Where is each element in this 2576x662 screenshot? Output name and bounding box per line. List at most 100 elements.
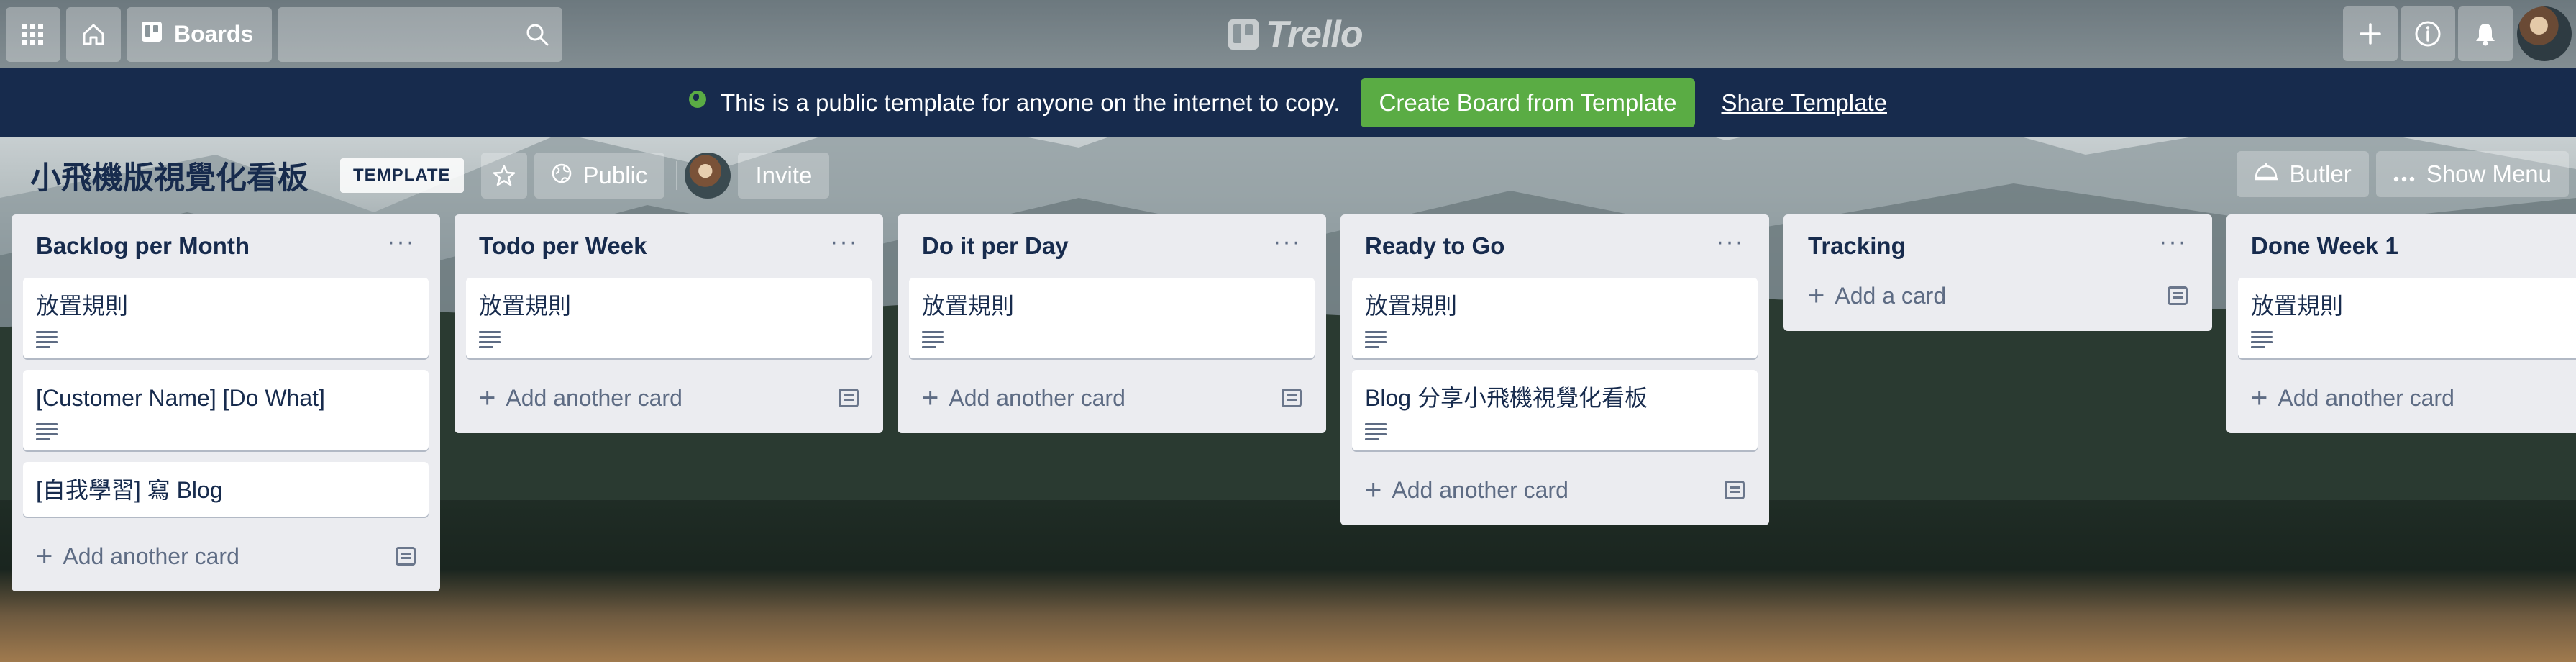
member-avatar[interactable] [2517, 6, 2572, 61]
add-card-label: Add another card [1392, 476, 1568, 503]
description-icon [922, 331, 944, 348]
list-menu-icon[interactable]: ··· [387, 230, 416, 254]
top-header: Boards Trello [0, 0, 2576, 68]
plus-icon: + [1808, 279, 1825, 312]
card[interactable]: 放置規則 [909, 278, 1315, 358]
search-input[interactable] [278, 6, 563, 62]
card-title: [自我學習] 寫 Blog [36, 477, 223, 503]
card-template-icon[interactable] [2168, 286, 2188, 305]
list-menu-icon[interactable]: ··· [1716, 230, 1745, 254]
add-card-composer: + Add another card [466, 370, 872, 426]
plus-icon: + [1365, 473, 1382, 506]
description-icon [36, 331, 58, 348]
board-header-right: Butler Show Menu [2229, 151, 2569, 197]
list-menu-icon[interactable]: ··· [830, 230, 859, 254]
add-card-button[interactable]: + Add another card [479, 382, 682, 414]
card-title: 放置規則 [922, 293, 1015, 319]
template-banner-message: This is a public template for anyone on … [720, 89, 1340, 116]
add-card-button[interactable]: + Add another card [1365, 474, 1568, 507]
logo-text: Trello [1266, 14, 1364, 55]
list-title[interactable]: Ready to Go [1365, 232, 1504, 260]
add-card-button[interactable]: + Add a card [1808, 280, 1946, 312]
add-card-composer: + Add another card [2238, 370, 2576, 426]
plus-icon: + [479, 381, 496, 414]
list-menu-icon[interactable]: ··· [1273, 230, 1302, 254]
list-done-week-1[interactable]: Done Week 1 放置規則 + Add another card [2226, 214, 2576, 433]
add-card-label: Add a card [1835, 282, 1947, 309]
card-title: 放置規則 [2251, 293, 2344, 319]
list-title[interactable]: Backlog per Month [36, 232, 250, 260]
list-title[interactable]: Tracking [1808, 232, 1906, 260]
card[interactable]: 放置規則 [2238, 278, 2576, 358]
create-board-from-template-button[interactable]: Create Board from Template [1360, 78, 1696, 127]
description-icon [36, 423, 58, 440]
plus-icon: + [2251, 381, 2268, 414]
apps-button[interactable] [6, 6, 60, 62]
list-backlog-per-month[interactable]: Backlog per Month ··· 放置規則 [Customer Nam… [12, 214, 440, 591]
add-card-composer: + Add another card [1352, 462, 1758, 518]
add-card-button[interactable]: + Add another card [36, 540, 239, 573]
board-title[interactable]: 小飛機版視覺化看板 [30, 153, 309, 198]
list-title[interactable]: Todo per Week [479, 232, 647, 260]
plus-icon [2360, 23, 2381, 45]
header-divider [676, 161, 678, 190]
info-icon [2415, 21, 2441, 47]
board-header: 小飛機版視覺化看板 TEMPLATE Public Invite Butler … [0, 137, 2576, 214]
create-button[interactable] [2343, 6, 2398, 61]
star-icon [493, 165, 515, 186]
notifications-button[interactable] [2458, 6, 2513, 61]
home-button[interactable] [66, 6, 121, 62]
card-title: Blog 分享小飛機視覺化看板 [1365, 385, 1648, 411]
list-menu-icon[interactable]: ··· [2159, 230, 2188, 254]
show-menu-button[interactable]: Show Menu [2375, 151, 2569, 197]
header-right-actions [2340, 6, 2572, 61]
card[interactable]: 放置規則 [23, 278, 429, 358]
add-card-button[interactable]: + Add another card [2251, 382, 2454, 414]
add-card-composer: + Add another card [909, 370, 1315, 426]
search-icon [526, 24, 549, 45]
boards-icon [141, 21, 163, 48]
description-icon [1365, 331, 1387, 348]
list-tracking[interactable]: Tracking ··· + Add a card [1783, 214, 2212, 331]
list-todo-per-week[interactable]: Todo per Week ··· 放置規則 + Add another car… [455, 214, 883, 433]
card[interactable]: [自我學習] 寫 Blog [23, 462, 429, 517]
more-icon [2393, 160, 2415, 188]
card-template-icon[interactable] [396, 547, 416, 566]
visibility-label: Public [583, 162, 648, 189]
globe-icon [688, 90, 706, 108]
board-member-avatar[interactable] [685, 153, 731, 199]
description-icon [1365, 423, 1387, 440]
boards-label: Boards [174, 21, 254, 47]
card[interactable]: 放置規則 [466, 278, 872, 358]
card-title: [Customer Name] [Do What] [36, 385, 325, 411]
invite-button[interactable]: Invite [738, 153, 830, 199]
plus-icon: + [36, 540, 53, 572]
add-card-button[interactable]: + Add another card [922, 382, 1125, 414]
info-button[interactable] [2401, 6, 2455, 61]
list-header: Do it per Day ··· [909, 214, 1315, 278]
boards-button[interactable]: Boards [127, 6, 273, 62]
list-header: Backlog per Month ··· [23, 214, 429, 278]
card-template-icon[interactable] [839, 389, 859, 407]
list-ready-to-go[interactable]: Ready to Go ··· 放置規則 Blog 分享小飛機視覺化看板 + A… [1340, 214, 1769, 525]
add-card-label: Add another card [63, 543, 239, 569]
list-title[interactable]: Done Week 1 [2251, 232, 2398, 260]
card[interactable]: 放置規則 [1352, 278, 1758, 358]
butler-button[interactable]: Butler [2236, 151, 2369, 197]
star-board-button[interactable] [480, 153, 527, 199]
card[interactable]: [Customer Name] [Do What] [23, 370, 429, 450]
list-do-it-per-day[interactable]: Do it per Day ··· 放置規則 + Add another car… [898, 214, 1326, 433]
apps-grid-icon [22, 23, 43, 45]
trello-logo[interactable]: Trello [1228, 13, 1364, 56]
list-header: Done Week 1 [2238, 214, 2576, 278]
card-template-icon[interactable] [1725, 481, 1745, 499]
add-card-label: Add another card [506, 384, 682, 411]
visibility-button[interactable]: Public [534, 153, 665, 199]
trello-logo-icon [1228, 19, 1259, 50]
list-title[interactable]: Do it per Day [922, 232, 1069, 260]
card[interactable]: Blog 分享小飛機視覺化看板 [1352, 370, 1758, 450]
share-template-link[interactable]: Share Template [1721, 89, 1887, 117]
list-header: Ready to Go ··· [1352, 214, 1758, 278]
description-icon [2251, 331, 2273, 348]
card-template-icon[interactable] [1282, 389, 1302, 407]
